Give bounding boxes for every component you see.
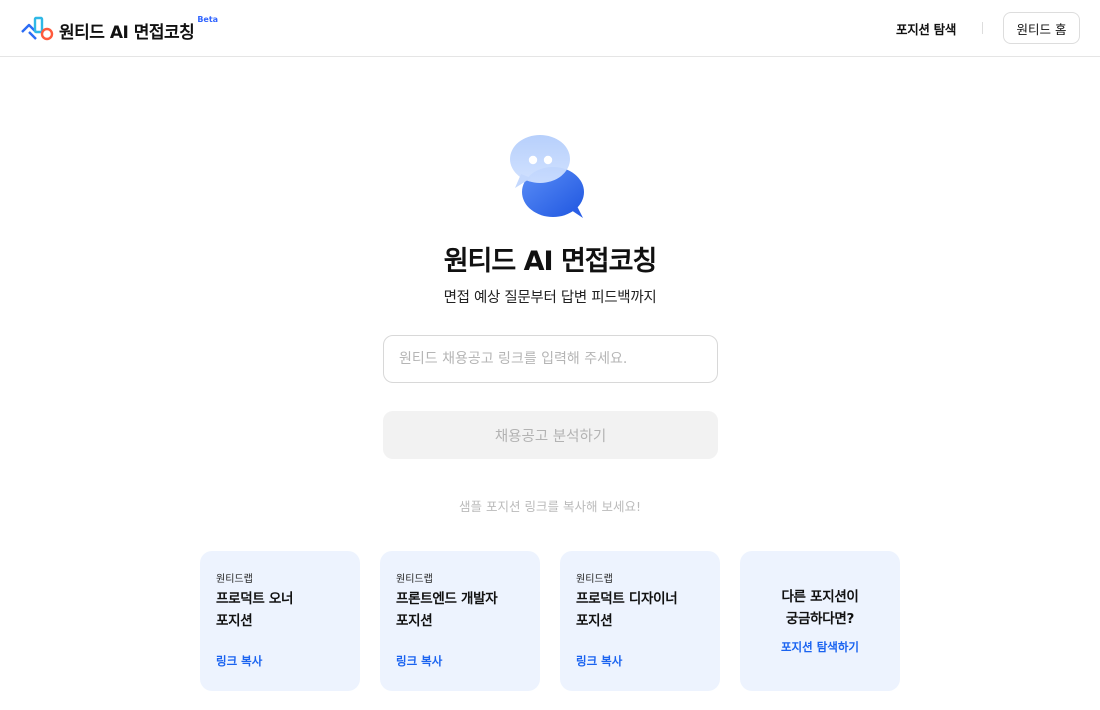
explore-more-question: 다른 포지션이 궁금하다면? <box>740 586 900 630</box>
explore-positions-link[interactable]: 포지션 탐색하기 <box>740 639 900 655</box>
copy-link-button[interactable]: 링크 복사 <box>396 653 442 669</box>
sample-card-product-owner: 원티드랩 프로덕트 오너 포지션 링크 복사 <box>200 551 360 691</box>
sample-hint-text: 샘플 포지션 링크를 복사해 보세요! <box>459 499 641 514</box>
page-subtitle: 면접 예상 질문부터 답변 피드백까지 <box>443 290 657 306</box>
card-position-line1: 프로덕트 디자이너 <box>576 591 678 607</box>
app-logo[interactable]: 원티드 AI 면접코칭 Beta <box>20 14 218 44</box>
nav-position-explore[interactable]: 포지션 탐색 <box>896 19 956 38</box>
card-position-line1: 프로덕트 오너 <box>216 591 294 607</box>
card-company: 원티드랩 <box>576 574 613 585</box>
card-position: 프로덕트 디자이너 포지션 <box>576 588 711 632</box>
copy-link-button[interactable]: 링크 복사 <box>216 653 262 669</box>
card-position-line2: 포지션 <box>576 613 613 629</box>
sample-card-product-designer: 원티드랩 프로덕트 디자이너 포지션 링크 복사 <box>560 551 720 691</box>
card-position-line1: 프론트엔드 개발자 <box>396 591 498 607</box>
explore-more-line1: 다른 포지션이 <box>781 589 859 605</box>
wanted-home-button[interactable]: 원티드 홈 <box>1003 12 1080 44</box>
chat-bubbles-icon <box>505 132 590 222</box>
analyze-job-posting-button[interactable]: 채용공고 분석하기 <box>383 411 718 459</box>
beta-badge: Beta <box>197 15 219 24</box>
card-position-line2: 포지션 <box>396 613 433 629</box>
top-header: 원티드 AI 면접코칭 Beta 포지션 탐색 원티드 홈 <box>0 0 1100 57</box>
card-company: 원티드랩 <box>216 574 253 585</box>
explore-more-line2: 궁금하다면? <box>785 611 855 627</box>
nav-divider <box>982 22 983 34</box>
job-posting-url-input[interactable] <box>383 335 718 383</box>
card-position: 프로덕트 오너 포지션 <box>216 588 351 632</box>
explore-more-card[interactable]: 다른 포지션이 궁금하다면? 포지션 탐색하기 <box>740 551 900 691</box>
app-title: 원티드 AI 면접코칭 <box>59 23 195 43</box>
copy-link-button[interactable]: 링크 복사 <box>576 653 622 669</box>
page-title: 원티드 AI 면접코칭 <box>443 246 658 277</box>
card-position: 프론트엔드 개발자 포지션 <box>396 588 531 632</box>
card-company: 원티드랩 <box>396 574 433 585</box>
card-position-line2: 포지션 <box>216 613 253 629</box>
sample-card-frontend-developer: 원티드랩 프론트엔드 개발자 포지션 링크 복사 <box>380 551 540 691</box>
wanted-logo-icon <box>20 14 54 42</box>
